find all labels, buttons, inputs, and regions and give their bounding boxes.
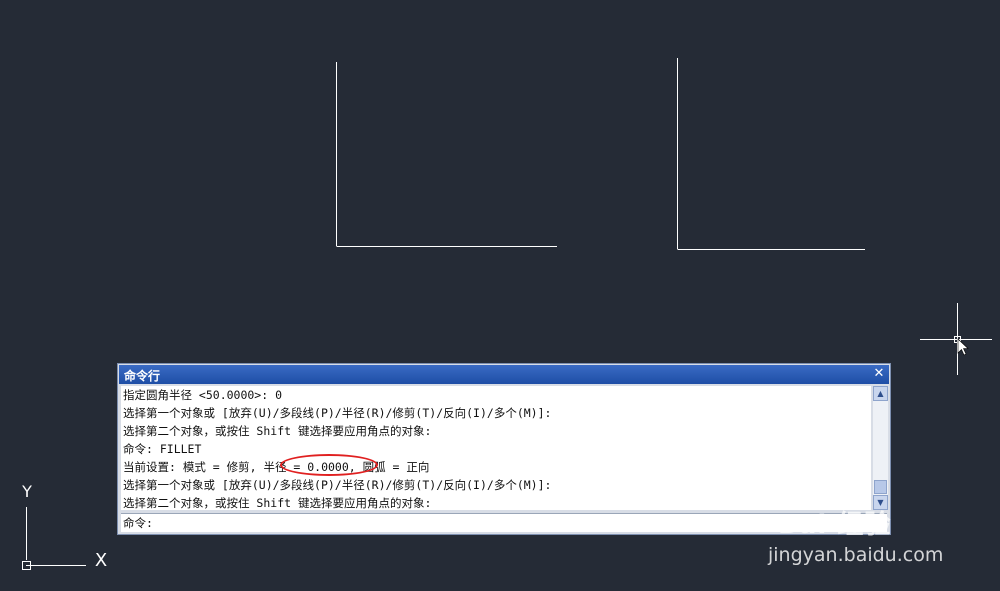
close-icon[interactable]: ✕ [872,366,886,382]
left-corner-lines[interactable] [336,62,558,247]
ucs-y-label: Y [21,482,32,501]
watermark-url: jingyan.baidu.com [768,544,944,566]
right-corner-lines[interactable] [677,58,866,250]
radius-highlight-ellipse [280,454,378,476]
scroll-up-arrow-icon[interactable]: ▲ [873,386,888,401]
baidu-jingyan-watermark: Bai 经验 jingyan.baidu.com [760,478,1000,591]
ucs-x-label: X [95,550,107,571]
command-prompt: 命令: [123,516,153,530]
history-line: 命令: FILLET [123,442,202,456]
history-line-current-settings: 当前设置: 模式 = 修剪, 半径 = 0.0000, 圆弧 = 正向 [123,460,430,474]
ucs-axis-icon: Y X [14,480,114,575]
command-history[interactable]: 指定圆角半径 <50.0000>: 0 选择第一个对象或 [放弃(U)/多段线(… [121,386,871,510]
command-window-title: 命令行 [124,369,161,383]
history-line: 选择第二个对象，或按住 Shift 键选择要应用角点的对象: [123,424,432,438]
crosshair-cursor-icon [920,303,992,375]
history-line: 指定圆角半径 <50.0000>: 0 [123,388,283,402]
command-input[interactable] [161,514,781,531]
history-line: 选择第一个对象或 [放弃(U)/多段线(P)/半径(R)/修剪(T)/反向(I)… [123,406,552,420]
history-line: 选择第二个对象，或按住 Shift 键选择要应用角点的对象: [123,496,432,510]
history-line: 选择第一个对象或 [放弃(U)/多段线(P)/半径(R)/修剪(T)/反向(I)… [123,478,552,492]
watermark-logo-text: Bai 经验 [778,510,892,540]
command-window-titlebar[interactable]: 命令行 ✕ [119,365,889,384]
